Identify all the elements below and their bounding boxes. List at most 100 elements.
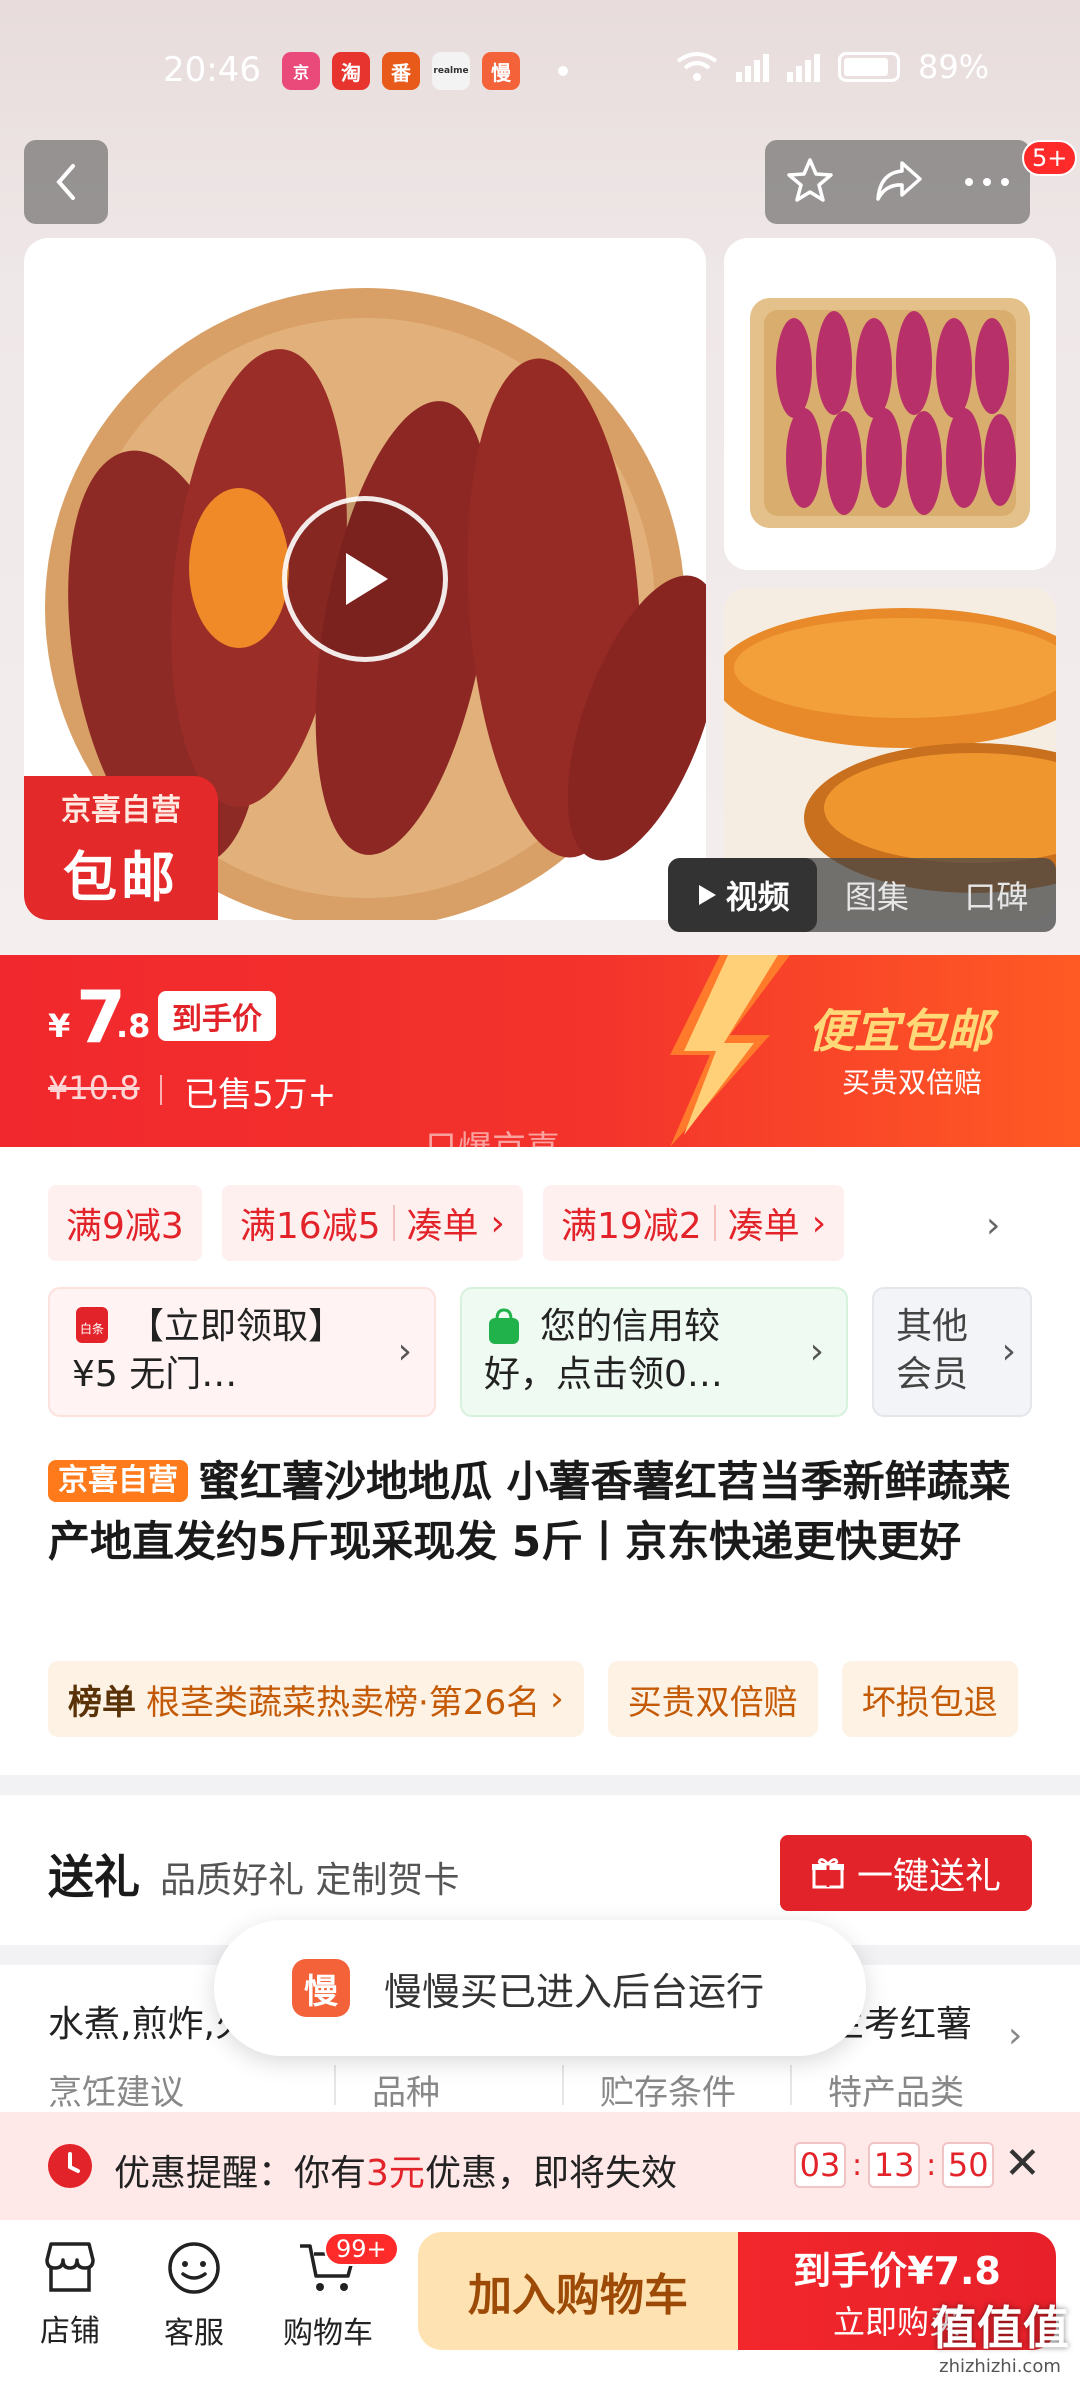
cheap-free-shipping-slogan: 便宜包邮 xyxy=(808,1004,992,1058)
double-compensation-text: 买贵双倍赔 xyxy=(842,1066,983,1099)
tab-gallery[interactable]: 图集 xyxy=(817,858,936,932)
sweet-potato-basket-image xyxy=(750,298,1030,528)
clock-icon xyxy=(48,2144,92,2188)
notification-dot xyxy=(558,66,568,76)
more-button[interactable] xyxy=(963,173,1011,192)
background-running-toast: 慢 慢慢买已进入后台运行 xyxy=(214,1920,866,2056)
favorite-button[interactable] xyxy=(785,155,835,209)
reminder-label: 优惠提醒： xyxy=(114,2153,295,2194)
wifi-icon xyxy=(676,52,718,81)
more-dots-icon xyxy=(964,177,1009,186)
realme-app-icon: realme xyxy=(432,52,470,90)
coupon-label: 满9减3 xyxy=(66,1206,184,1247)
gallery-thumbnail-1[interactable] xyxy=(724,238,1056,570)
coupon-divider xyxy=(392,1205,395,1241)
price-decimal: .8 xyxy=(116,1007,151,1045)
coupon-item[interactable]: 满19减2 凑单 › xyxy=(542,1185,845,1261)
reminder-before: 你有 xyxy=(294,2153,367,2194)
tab-video-label: 视频 xyxy=(725,878,790,916)
nav-customer-service-label: 客服 xyxy=(164,2316,224,2351)
fanqie-app-icon: 番 xyxy=(382,52,420,90)
benefit-other-text: 其他会员 xyxy=(896,1306,969,1395)
timer-hours: 03 xyxy=(794,2142,846,2188)
battery-percent: 89% xyxy=(918,48,990,86)
coupon-more-chevron-icon[interactable]: › xyxy=(986,1205,1000,1246)
nav-customer-service[interactable]: 客服 xyxy=(134,2240,254,2352)
chevron-right-icon: › xyxy=(809,1331,824,1372)
coupon-action: 凑单 xyxy=(406,1206,479,1247)
jd-app-icon: 京 xyxy=(282,52,320,90)
badge-line2: 包邮 xyxy=(63,845,179,909)
chevron-right-icon: › xyxy=(550,1679,564,1719)
signal-5g-icon-2 xyxy=(787,52,820,82)
lightning-icon xyxy=(670,955,790,1147)
product-title: 蜜红薯沙地地瓜 小薯香薯红苕当季新鲜蔬菜产地直发约5斤现采现发 5斤丨京东快递更… xyxy=(48,1457,1011,1566)
price-currency: ¥ xyxy=(48,1007,71,1045)
product-gallery: 20:46 京 淘 番 realme 慢 89% 5+ 京喜自营 包邮 视频 图… xyxy=(0,0,1080,955)
discount-reminder-bar[interactable]: 优惠提醒：你有3元优惠，即将失效 03 : 13 : 50 ✕ xyxy=(0,2112,1080,2220)
gift-subtitle: 品质好礼 定制贺卡 xyxy=(160,1860,460,1901)
back-button[interactable] xyxy=(24,140,108,224)
send-gift-button[interactable]: 一键送礼 xyxy=(780,1835,1032,1911)
attr-key: 品种 xyxy=(372,2073,440,2113)
chevron-right-icon: › xyxy=(1001,1331,1016,1372)
coupon-action: 凑单 xyxy=(727,1206,800,1247)
share-icon xyxy=(875,161,922,201)
status-app-icons: 京 淘 番 realme 慢 xyxy=(282,52,520,90)
timer-colon: : xyxy=(852,2147,863,2183)
countdown-timer: 03 : 13 : 50 xyxy=(794,2142,995,2188)
nav-store[interactable]: 店铺 xyxy=(10,2240,130,2350)
damage-refund-chip[interactable]: 坏损包退 xyxy=(841,1661,1018,1737)
watermark-glyphs: 值值值 xyxy=(931,2301,1069,2355)
benefit-coupon-card[interactable]: 白条 【立即领取】¥5 无门… › xyxy=(48,1287,436,1417)
tab-video[interactable]: 视频 xyxy=(668,858,818,932)
product-title-block: 京喜自营 蜜红薯沙地地瓜 小薯香薯红苕当季新鲜蔬菜产地直发约5斤现采现发 5斤丨京… xyxy=(48,1452,1038,1572)
coupon-divider xyxy=(713,1205,716,1241)
share-button[interactable] xyxy=(874,157,924,207)
guarantee-chip[interactable]: 买贵双倍赔 xyxy=(607,1661,818,1737)
coupon-label: 满19减2 xyxy=(560,1206,702,1247)
play-video-button[interactable] xyxy=(282,496,448,662)
manman-app-icon: 慢 xyxy=(482,52,520,90)
send-gift-label: 一键送礼 xyxy=(856,1856,1001,1897)
status-time: 20:46 xyxy=(163,50,261,90)
coupon-item[interactable]: 满9减3 xyxy=(48,1185,202,1261)
header-actions xyxy=(765,140,1030,224)
chevron-right-icon: › xyxy=(490,1202,505,1244)
benefit-other-member-card[interactable]: 其他会员 › xyxy=(872,1287,1032,1417)
rank-row: 榜单 根茎类蔬菜热卖榜·第26名 › 买贵双倍赔 坏损包退 xyxy=(48,1661,1018,1737)
play-icon xyxy=(346,553,388,605)
reminder-after: 优惠，即将失效 xyxy=(424,2153,677,2194)
attr-key: 贮存条件 xyxy=(600,2073,736,2113)
gift-icon xyxy=(811,1858,844,1889)
coupon-label: 满16减5 xyxy=(239,1206,381,1247)
add-to-cart-button[interactable]: 加入购物车 xyxy=(418,2232,738,2350)
bottom-action-bar: 店铺 客服 购物车 99+ 加入购物车 到手价¥7.8 立即购买 xyxy=(0,2220,1080,2400)
coupon-item[interactable]: 满16减5 凑单 › xyxy=(221,1185,523,1261)
status-indicators: 89% xyxy=(676,48,989,86)
media-tabs: 视频 图集 口碑 xyxy=(668,858,1056,932)
main-product-image[interactable]: 京喜自营 包邮 xyxy=(24,238,706,920)
toast-message: 慢慢买已进入后台运行 xyxy=(384,1969,765,2014)
tab-reviews[interactable]: 口碑 xyxy=(937,858,1056,932)
final-price-tag: 到手价 xyxy=(158,991,276,1041)
star-icon xyxy=(786,158,833,202)
price-divider xyxy=(160,1075,162,1105)
ranking-chip[interactable]: 榜单 根茎类蔬菜热卖榜·第26名 › xyxy=(48,1661,584,1737)
benefit-credit-card[interactable]: 您的信用较好，点击领0… › xyxy=(460,1287,848,1417)
attr-divider xyxy=(790,2065,792,2105)
product-info-card: 满9减3 满16减5 凑单 › 满19减2 凑单 › › 白条 【立即领取】¥5… xyxy=(0,1147,1080,1775)
timer-minutes: 13 xyxy=(868,2142,921,2188)
coupon-row: 满9减3 满16减5 凑单 › 满19减2 凑单 › xyxy=(48,1185,845,1261)
chevron-right-icon: › xyxy=(1008,2015,1023,2056)
original-price: ¥10.8 xyxy=(48,1069,140,1107)
reminder-amount: 3元 xyxy=(366,2153,425,2194)
close-icon[interactable]: ✕ xyxy=(1004,2138,1041,2189)
nav-store-label: 店铺 xyxy=(40,2314,100,2349)
battery-icon xyxy=(838,52,900,82)
reminder-text: 优惠提醒：你有3元优惠，即将失效 xyxy=(114,2144,677,2196)
attr-divider xyxy=(562,2065,564,2105)
banner-watermark: 只爆京喜 xyxy=(424,1121,560,1147)
signal-5g-icon xyxy=(736,52,769,82)
benefit-row: 白条 【立即领取】¥5 无门… › 您的信用较好，点击领0… › 其他会员 › xyxy=(48,1287,1032,1417)
